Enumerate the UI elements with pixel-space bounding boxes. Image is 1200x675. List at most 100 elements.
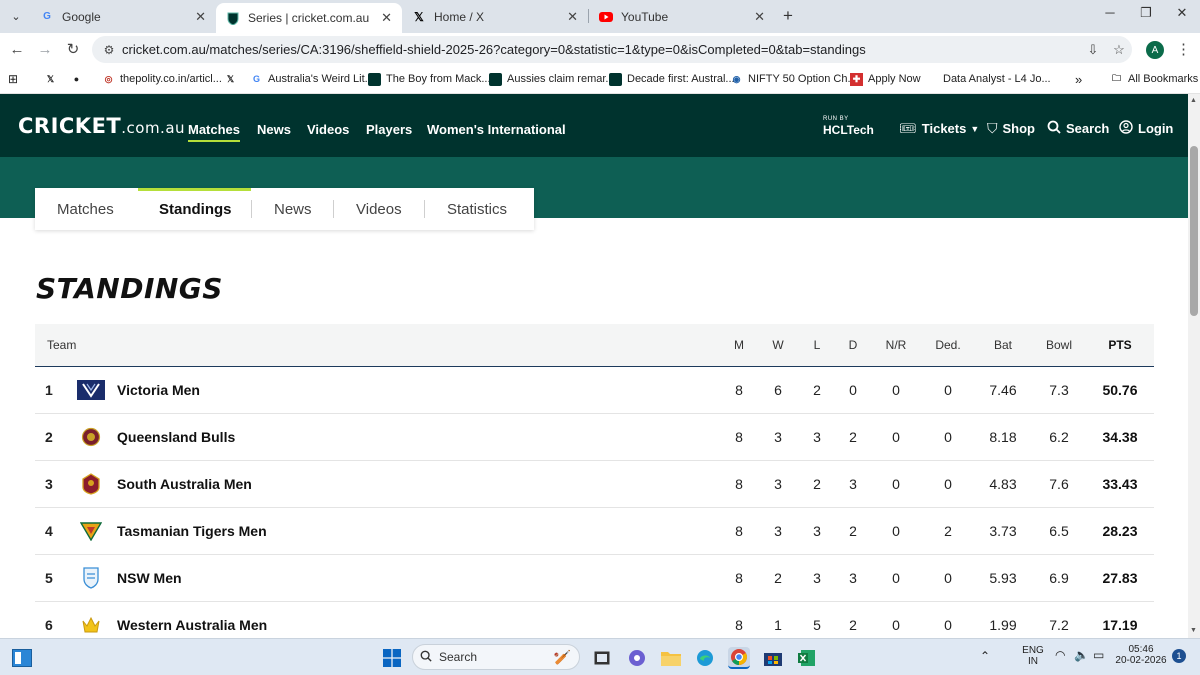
apps-grid-icon[interactable]: ⊞ [8, 71, 18, 87]
task-view-icon[interactable] [591, 647, 613, 669]
more-bookmarks-chevron[interactable]: » [1075, 71, 1082, 87]
chrome-browser-icon[interactable] [728, 647, 750, 669]
chevron-down-icon: ▼ [970, 123, 980, 134]
profile-avatar[interactable]: A [1146, 41, 1164, 59]
subtab-videos[interactable]: Videos [356, 201, 402, 218]
back-arrow-icon[interactable]: ← [7, 39, 27, 59]
bookmark-github[interactable]: ● [70, 71, 88, 87]
nav-news[interactable]: News [257, 122, 291, 137]
language-indicator[interactable]: ENG IN [1018, 645, 1048, 667]
browser-tab-youtube[interactable]: YouTube ✕ [589, 4, 775, 29]
table-header: Team M W L D N/R Ded. Bat Bowl PTS [35, 324, 1154, 367]
nav-players[interactable]: Players [366, 122, 412, 137]
browser-menu-icon[interactable]: ⋮ [1176, 40, 1191, 58]
south-australia-crest-icon [77, 473, 105, 495]
excel-icon[interactable] [796, 647, 818, 669]
speaker-icon[interactable]: 🔈 [1074, 648, 1089, 662]
bookmark-star-icon[interactable]: ☆ [1106, 42, 1132, 58]
close-tab-icon[interactable]: ✕ [754, 9, 765, 25]
microsoft-store-icon[interactable] [762, 647, 784, 669]
table-row[interactable]: 4 Tasmanian Tigers Men 8 3 3 2 0 2 3.73 … [35, 508, 1154, 555]
bookmark-item[interactable]: Data Analyst - L4 Jo... [943, 71, 1051, 87]
tab-search-chevron-icon[interactable]: ⌄ [4, 5, 28, 27]
taskbar-search[interactable]: Search 🏏 [412, 644, 580, 670]
table-row[interactable]: 5 NSW Men 8 2 3 3 0 0 5.93 6.9 27.83 [35, 555, 1154, 602]
close-window-icon[interactable]: ✕ [1167, 5, 1197, 21]
total-points: 17.19 [1102, 617, 1138, 633]
subtab-news[interactable]: News [274, 201, 312, 218]
close-tab-icon[interactable]: ✕ [381, 10, 392, 26]
search-link[interactable]: Search [1047, 120, 1109, 137]
team-name[interactable]: NSW Men [117, 570, 417, 586]
hcltech-sponsor[interactable]: RUN BY HCLTech [823, 116, 874, 137]
bookmark-item[interactable]: Decade first: Austral... [609, 71, 735, 87]
widgets-icon[interactable] [11, 647, 33, 669]
restore-icon[interactable]: ❐ [1131, 5, 1161, 21]
bookmark-item[interactable]: G Australia's Weird Lit... [250, 71, 374, 87]
site-settings-icon[interactable]: ⚙ [96, 43, 122, 57]
table-row[interactable]: 2 Queensland Bulls 8 3 3 2 0 0 8.18 6.2 … [35, 414, 1154, 461]
western-australia-crest-icon [77, 614, 105, 636]
browser-tab-x[interactable]: 𝕏 Home / X ✕ [402, 4, 588, 29]
browser-tab-cricket[interactable]: Series | cricket.com.au ✕ [216, 3, 402, 33]
tab-divider [333, 200, 334, 218]
deductions: 0 [944, 570, 952, 586]
close-tab-icon[interactable]: ✕ [195, 9, 206, 25]
team-name[interactable]: Tasmanian Tigers Men [117, 523, 417, 539]
shop-link[interactable]: ⛉ Shop [987, 120, 1035, 137]
all-bookmarks[interactable]: 🗀 All Bookmarks [1110, 71, 1198, 87]
bookmark-item[interactable]: The Boy from Mack... [368, 71, 491, 87]
notification-badge[interactable]: 1 [1172, 649, 1186, 663]
show-hidden-icons-chevron[interactable]: ⌃ [980, 649, 990, 663]
scroll-down-arrow-icon[interactable]: ▼ [1190, 627, 1197, 634]
address-bar[interactable]: ⚙ cricket.com.au/matches/series/CA:3196/… [92, 36, 1132, 63]
bookmark-item[interactable]: Aussies claim remar... [489, 71, 615, 87]
bowling-points: 6.5 [1049, 523, 1069, 539]
scroll-up-arrow-icon[interactable]: ▲ [1190, 97, 1197, 104]
nav-womens-international[interactable]: Women's International [427, 122, 566, 137]
nav-matches[interactable]: Matches [188, 122, 241, 142]
site-logo[interactable]: CRICKET.com.au [18, 114, 185, 138]
series-subnav: Matches Standings News Videos Statistics [35, 188, 534, 230]
clock[interactable]: 05:46 20-02-2026 [1112, 644, 1170, 666]
page-scrollbar[interactable]: ▲ ▼ [1188, 94, 1200, 638]
bookmark-item[interactable]: ◉ NIFTY 50 Option Ch... [730, 71, 857, 87]
bookmark-x[interactable]: 𝕏 [44, 71, 62, 87]
subtab-matches[interactable]: Matches [57, 201, 114, 218]
minimize-icon[interactable]: ─ [1095, 5, 1125, 20]
browser-tab-google[interactable]: G Google ✕ [30, 4, 216, 29]
subtab-statistics[interactable]: Statistics [447, 201, 507, 218]
bookmark-x-2[interactable]: 𝕏 [224, 71, 242, 87]
login-link[interactable]: Login [1119, 120, 1173, 137]
tab-divider [251, 200, 252, 218]
tickets-menu[interactable]: 🎟 Tickets ▼ [899, 120, 979, 137]
close-tab-icon[interactable]: ✕ [567, 9, 578, 25]
no-result: 0 [892, 382, 900, 398]
scrollbar-thumb[interactable] [1190, 146, 1198, 316]
rank: 1 [45, 382, 53, 398]
team-name[interactable]: Western Australia Men [117, 617, 417, 633]
deductions: 0 [944, 429, 952, 445]
install-app-icon[interactable]: ⇩ [1080, 42, 1106, 58]
forward-arrow-icon[interactable]: → [35, 39, 55, 59]
bookmark-item[interactable]: ◎ thepolity.co.in/articl... [102, 71, 222, 87]
subtab-standings[interactable]: Standings [159, 201, 232, 218]
team-name[interactable]: Victoria Men [117, 382, 417, 398]
bowling-points: 7.3 [1049, 382, 1069, 398]
team-name[interactable]: Queensland Bulls [117, 429, 417, 445]
wifi-icon[interactable]: ◠ [1055, 648, 1065, 662]
bookmark-item[interactable]: ✚ Apply Now [850, 71, 921, 87]
table-row[interactable]: 1 Victoria Men 8 6 2 0 0 0 7.46 7.3 50.7… [35, 367, 1154, 414]
nav-videos[interactable]: Videos [307, 122, 349, 137]
start-windows-icon[interactable] [381, 647, 403, 669]
reload-icon[interactable]: ↻ [63, 39, 83, 59]
url-text[interactable]: cricket.com.au/matches/series/CA:3196/sh… [122, 42, 1080, 57]
table-row[interactable]: 3 South Australia Men 8 3 2 3 0 0 4.83 7… [35, 461, 1154, 508]
new-tab-plus-icon[interactable]: + [778, 6, 798, 26]
chat-icon[interactable] [626, 647, 648, 669]
edge-browser-icon[interactable] [694, 647, 716, 669]
standings-heading: STANDINGS [36, 272, 223, 305]
team-name[interactable]: South Australia Men [117, 476, 417, 492]
file-explorer-icon[interactable] [660, 647, 682, 669]
battery-icon[interactable]: ▭ [1093, 648, 1104, 662]
